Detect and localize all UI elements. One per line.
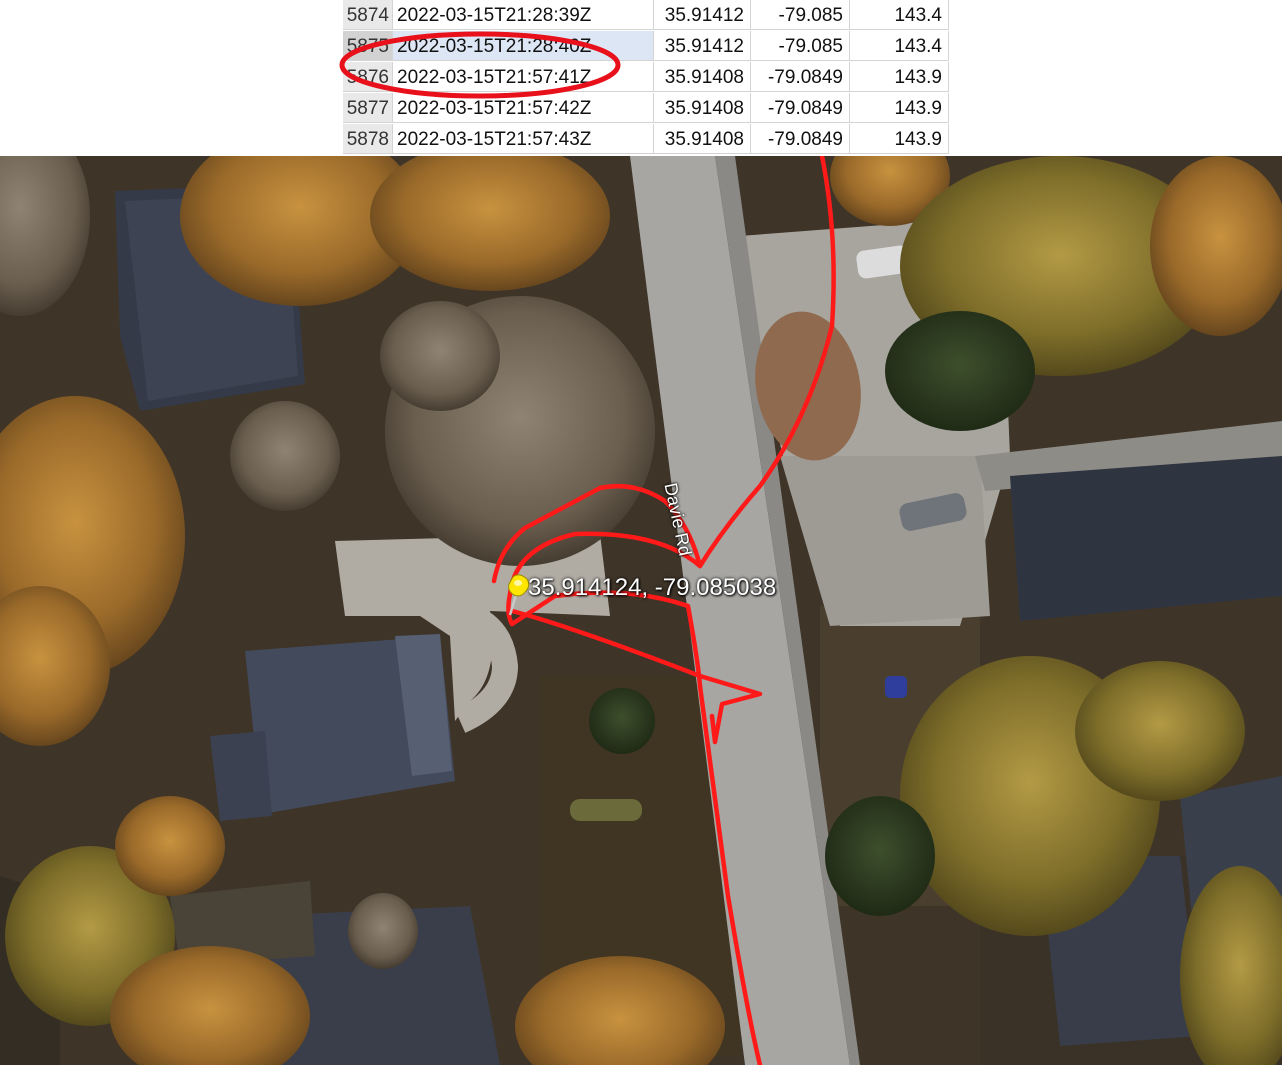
row-number[interactable]: 5878 [343, 124, 393, 154]
table-row[interactable]: 5875 2022-03-15T21:28:40Z 35.91412 -79.0… [343, 31, 949, 62]
longitude-cell[interactable]: -79.0849 [751, 124, 850, 154]
timestamp-cell[interactable]: 2022-03-15T21:57:43Z [393, 124, 654, 154]
elevation-cell[interactable]: 143.9 [850, 124, 949, 154]
spreadsheet: 5874 2022-03-15T21:28:39Z 35.91412 -79.0… [343, 0, 949, 156]
timestamp-cell[interactable]: 2022-03-15T21:28:40Z [393, 31, 654, 61]
table-row[interactable]: 5876 2022-03-15T21:57:41Z 35.91408 -79.0… [343, 62, 949, 93]
longitude-cell[interactable]: -79.0849 [751, 62, 850, 92]
table-row[interactable]: 5874 2022-03-15T21:28:39Z 35.91412 -79.0… [343, 0, 949, 31]
longitude-cell[interactable]: -79.085 [751, 31, 850, 61]
table-row[interactable]: 5878 2022-03-15T21:57:43Z 35.91408 -79.0… [343, 124, 949, 155]
map-imagery [0, 156, 1282, 1065]
elevation-cell[interactable]: 143.9 [850, 93, 949, 123]
row-number[interactable]: 5875 [343, 31, 393, 61]
elevation-cell[interactable]: 143.4 [850, 31, 949, 61]
timestamp-cell[interactable]: 2022-03-15T21:57:42Z [393, 93, 654, 123]
latitude-cell[interactable]: 35.91412 [654, 31, 751, 61]
timestamp-cell[interactable]: 2022-03-15T21:28:39Z [393, 0, 654, 30]
latitude-cell[interactable]: 35.91408 [654, 124, 751, 154]
table-row[interactable]: 5877 2022-03-15T21:57:42Z 35.91408 -79.0… [343, 93, 949, 124]
latitude-cell[interactable]: 35.91408 [654, 62, 751, 92]
satellite-map[interactable]: Davie Rd 35.914124, -79.085038 [0, 156, 1282, 1065]
row-number[interactable]: 5874 [343, 0, 393, 30]
longitude-cell[interactable]: -79.0849 [751, 93, 850, 123]
timestamp-cell[interactable]: 2022-03-15T21:57:41Z [393, 62, 654, 92]
latitude-cell[interactable]: 35.91408 [654, 93, 751, 123]
row-number[interactable]: 5876 [343, 62, 393, 92]
latitude-cell[interactable]: 35.91412 [654, 0, 751, 30]
elevation-cell[interactable]: 143.9 [850, 62, 949, 92]
elevation-cell[interactable]: 143.4 [850, 0, 949, 30]
longitude-cell[interactable]: -79.085 [751, 0, 850, 30]
pin-coordinates-label: 35.914124, -79.085038 [528, 574, 777, 601]
row-number[interactable]: 5877 [343, 93, 393, 123]
